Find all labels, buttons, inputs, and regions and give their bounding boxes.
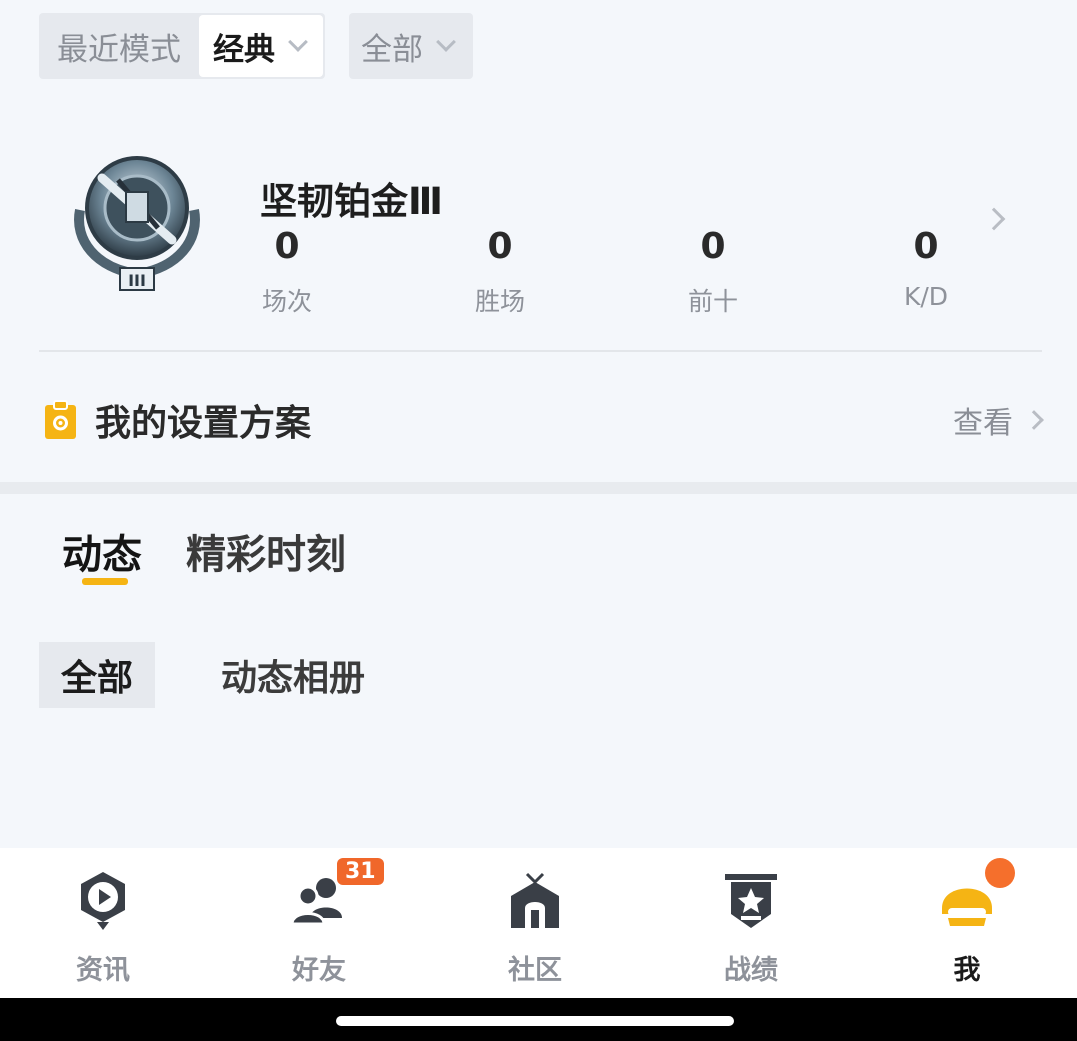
notification-dot — [985, 858, 1015, 888]
tab-label: 精彩时刻 — [186, 532, 346, 578]
stat-wins: 0 胜场 — [420, 226, 580, 318]
stat-top-ten: 0 前十 — [633, 226, 793, 318]
mode-filter-label: 最近模式 — [57, 31, 181, 68]
record-star-shield-icon — [725, 874, 777, 928]
subtab-all[interactable]: 全部 — [39, 642, 156, 708]
active-tab-indicator — [82, 578, 128, 585]
stat-value: 0 — [274, 226, 300, 267]
rank-title: 坚韧铂金Ⅲ — [260, 180, 443, 223]
nav-label: 资讯 — [76, 955, 130, 986]
view-link-label: 查看 — [953, 406, 1013, 441]
filter-bar: 最近模式 经典 全部 — [39, 13, 473, 79]
scope-dropdown-value: 全部 — [361, 31, 423, 68]
news-play-icon — [81, 872, 125, 930]
content-tabs: 动态 精彩时刻 — [62, 522, 346, 585]
mode-dropdown-value: 经典 — [213, 31, 275, 68]
home-indicator-bar — [0, 998, 1077, 1041]
nav-item-news[interactable]: 资讯 — [23, 848, 183, 998]
view-link[interactable]: 查看 — [953, 398, 1044, 442]
settings-plan-row[interactable]: 我的设置方案 查看 — [44, 392, 1044, 448]
settings-plan-title: 我的设置方案 — [95, 403, 312, 444]
stat-label: 胜场 — [474, 287, 525, 316]
subtab-album[interactable]: 动态相册 — [221, 642, 365, 708]
nav-item-me[interactable]: 我 — [887, 848, 1047, 998]
sub-tabs: 全部 动态相册 — [39, 642, 365, 708]
nav-label: 战绩 — [724, 955, 778, 986]
stat-kd: 0 K/D — [846, 226, 1006, 311]
tab-label: 动态 — [62, 532, 142, 578]
nav-item-community[interactable]: 社区 — [455, 848, 615, 998]
nav-label: 社区 — [508, 955, 562, 986]
mode-dropdown[interactable]: 经典 — [199, 15, 323, 77]
stat-value: 0 — [700, 226, 726, 267]
home-indicator[interactable] — [336, 1016, 734, 1026]
clipboard-gear-icon — [45, 400, 76, 439]
scope-dropdown[interactable]: 全部 — [349, 13, 473, 79]
nav-label: 我 — [953, 955, 981, 986]
friends-badge: 31 — [337, 858, 384, 885]
nav-item-records[interactable]: 战绩 — [671, 848, 831, 998]
section-separator — [0, 482, 1077, 494]
mode-filter[interactable]: 最近模式 经典 — [39, 13, 325, 79]
community-house-icon — [511, 872, 559, 928]
tab-feed[interactable]: 动态 — [62, 522, 142, 585]
svg-text:III: III — [128, 271, 146, 290]
nav-label: 好友 — [292, 955, 346, 986]
stat-label: 前十 — [687, 287, 738, 316]
nav-item-friends[interactable]: 31 好友 — [239, 848, 399, 998]
chevron-right-icon — [1024, 410, 1044, 430]
stat-matches: 0 场次 — [207, 226, 367, 318]
tab-highlights[interactable]: 精彩时刻 — [186, 522, 346, 580]
chevron-down-icon — [288, 32, 308, 52]
rank-emblem-icon: III — [74, 156, 200, 291]
stat-label: K/D — [903, 282, 949, 311]
divider — [39, 350, 1042, 352]
bottom-nav: 资讯 31 好友 社区 战绩 我 — [0, 848, 1077, 998]
stat-label: 场次 — [261, 287, 312, 316]
stat-value: 0 — [913, 226, 939, 267]
stat-value: 0 — [487, 226, 513, 267]
chevron-down-icon — [436, 32, 456, 52]
